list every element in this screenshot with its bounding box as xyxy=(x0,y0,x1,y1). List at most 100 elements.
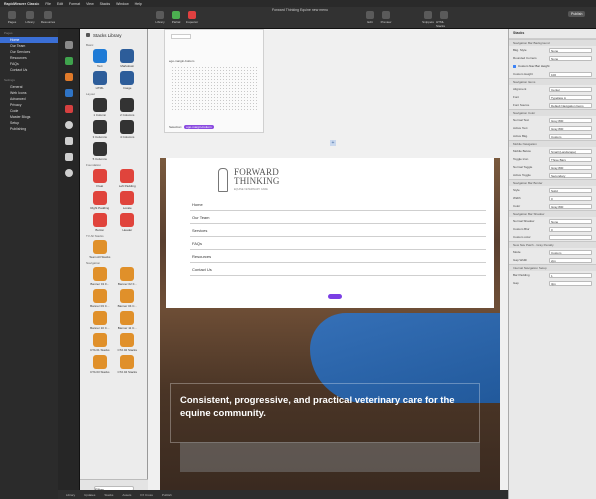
stack-tile-button[interactable]: Button xyxy=(86,213,114,232)
selection-pill[interactable]: ego-margin-bottom xyxy=(184,125,214,129)
nav-item-services[interactable]: Services xyxy=(190,224,486,237)
stack-library-button[interactable]: Library xyxy=(152,11,168,24)
row-select[interactable]: Center xyxy=(549,86,592,92)
stack-tile-1-column[interactable]: 1 Column xyxy=(86,98,114,117)
sidebar-item-contact-us[interactable]: Contact Us xyxy=(0,67,58,73)
empty-stack-dropzone[interactable] xyxy=(171,66,257,110)
stack-tile-header[interactable]: Header xyxy=(114,213,142,232)
row-select[interactable]: None xyxy=(549,218,592,224)
stack-tile-banner-03[interactable]: Banner 03 C... xyxy=(86,289,114,308)
row-select[interactable]: Three Bars xyxy=(549,156,592,162)
stack-tile-markdown[interactable]: Markdown xyxy=(114,49,142,68)
stack-tile-cta-03[interactable]: CTA 03 Stacks xyxy=(86,355,114,374)
checkbox-icon[interactable] xyxy=(513,64,516,68)
pages-button[interactable]: Pages xyxy=(4,11,20,24)
inspector-section[interactable]: Mobile Navigation xyxy=(509,140,596,147)
stack-tile-banner-01[interactable]: Banner 01 F... xyxy=(86,267,114,286)
empty-content-block[interactable] xyxy=(180,442,480,472)
nav-item-contact-us[interactable]: Contact Us xyxy=(190,263,486,276)
row-select[interactable]: Small (Landscape) xyxy=(549,148,592,154)
menu-format[interactable]: Format xyxy=(69,2,80,6)
nav-item-resources[interactable]: Resources xyxy=(190,250,486,263)
hammer-icon[interactable] xyxy=(65,153,73,161)
preview-button[interactable]: Preview xyxy=(378,11,394,24)
stack-tile-cta-01[interactable]: CTA 01 Stacks xyxy=(86,333,114,352)
heart-icon[interactable] xyxy=(65,121,73,129)
stack-tile-left-padding[interactable]: Left Padding xyxy=(114,169,142,188)
row-input[interactable]: 3px xyxy=(549,280,592,286)
menu-view[interactable]: View xyxy=(86,2,94,6)
row-select[interactable]: Custom xyxy=(549,249,592,255)
inspector-section[interactable]: Navigation Color xyxy=(509,109,596,116)
nav-item-faqs[interactable]: FAQs xyxy=(190,237,486,250)
stack-tile-banner-10[interactable]: Banner 10 C... xyxy=(86,311,114,330)
inspector-section[interactable]: Internal Navigation Setup xyxy=(509,264,596,271)
row-input[interactable]: 100 xyxy=(549,71,592,77)
stack-tile-cta-02[interactable]: CTA 02 Stacks xyxy=(114,333,142,352)
stack-tile-cta-04[interactable]: CTA 04 Stacks xyxy=(114,355,142,374)
row-select[interactable]: Secondary xyxy=(549,172,592,178)
inspector-section[interactable]: Navigation Bar Border xyxy=(509,179,596,186)
html-stacks-button[interactable]: HTML Stacks xyxy=(436,11,452,28)
row-select[interactable]: None xyxy=(549,55,592,61)
row-select[interactable]: Gray 800 xyxy=(549,164,592,170)
app-menu[interactable]: RapidWeaver Classic xyxy=(4,2,39,6)
stack-field[interactable] xyxy=(171,34,191,39)
menu-window[interactable]: Window xyxy=(116,2,128,6)
stack-tile-text[interactable]: Text xyxy=(86,49,114,68)
bottom-publish[interactable]: Publish xyxy=(162,493,172,497)
edit-button[interactable]: Edit xyxy=(362,11,378,24)
stack-tile-3-columns[interactable]: 3 Columns xyxy=(86,120,114,139)
row-select[interactable]: Typeface A xyxy=(549,94,592,100)
row-input[interactable]: 0 xyxy=(549,195,592,201)
row-color[interactable] xyxy=(549,234,592,240)
bottom-fx-cross[interactable]: FX Cross xyxy=(140,493,153,497)
row-select[interactable]: Custom xyxy=(549,133,592,139)
inspector-section[interactable]: Navigation Bar Shadow xyxy=(509,210,596,217)
nav-item-our-team[interactable]: Our Team xyxy=(190,211,486,224)
row-input[interactable]: 2px xyxy=(549,257,592,263)
bottom-updates[interactable]: Updates xyxy=(84,493,95,497)
hero-section[interactable]: FORWARD THINKING EQUINE VETERINARY CARE … xyxy=(160,158,500,490)
stack-tile-html[interactable]: HTML xyxy=(86,71,114,90)
add-stack-button[interactable]: + xyxy=(330,140,336,146)
sidebar-item-publishing[interactable]: Publishing xyxy=(0,126,58,132)
top-stack-container[interactable]: ego-margin-bottom Selection: ego-margin-b… xyxy=(164,29,264,133)
hero-tagline[interactable]: Consistent, progressive, and practical v… xyxy=(180,394,470,420)
add-item-button[interactable] xyxy=(328,294,342,299)
partial-button[interactable]: Partial xyxy=(168,11,184,24)
stack-tile-right-padding[interactable]: Right Padding xyxy=(86,191,114,210)
menu-edit[interactable]: Edit xyxy=(57,2,63,6)
bottom-library[interactable]: Library xyxy=(66,493,75,497)
library-button[interactable]: Library xyxy=(22,11,38,24)
snippets-button[interactable]: Snippets xyxy=(420,11,436,24)
stack-tile-5-columns[interactable]: 5 Columns xyxy=(86,142,114,161)
inspector-button[interactable]: Inspector xyxy=(184,11,200,24)
stack-tile-locale[interactable]: Locale xyxy=(114,191,142,210)
inspector-section[interactable]: Navigation Items xyxy=(509,78,596,85)
inspector-section[interactable]: Navigation Bar Background xyxy=(509,39,596,46)
stack-tile-image[interactable]: Image xyxy=(114,71,142,90)
bottom-assets[interactable]: Assets xyxy=(122,493,131,497)
stack-tile-2-columns[interactable]: 2 Columns xyxy=(114,98,142,117)
row-select[interactable]: None xyxy=(549,47,592,53)
category-red-icon[interactable] xyxy=(65,105,73,113)
stack-tile-float[interactable]: Float xyxy=(86,169,114,188)
row-input[interactable]: 0 xyxy=(549,226,592,232)
inspector-section[interactable]: New Nav Patch - Gray Penalty xyxy=(509,241,596,248)
publish-button[interactable]: Publish xyxy=(568,11,586,17)
bottom-stacks[interactable]: Stacks xyxy=(104,493,113,497)
row-select[interactable]: Gray 800 xyxy=(549,125,592,131)
stack-tile-team-all-stacks[interactable]: Team All Stacks xyxy=(86,240,114,259)
category-blue-icon[interactable] xyxy=(65,89,73,97)
site-header[interactable]: FORWARD THINKING EQUINE VETERINARY CARE … xyxy=(166,158,494,308)
row-select[interactable]: Default Navigation Items xyxy=(549,102,592,108)
category-green-icon[interactable] xyxy=(65,57,73,65)
stack-tile-banner-11[interactable]: Banner 11 C... xyxy=(114,311,142,330)
menu-stacks[interactable]: Stacks xyxy=(100,2,111,6)
row-select[interactable]: Solid xyxy=(549,187,592,193)
bookmark-icon[interactable] xyxy=(65,137,73,145)
globe-icon[interactable] xyxy=(65,169,73,177)
nav-item-home[interactable]: Home xyxy=(190,198,486,211)
all-stacks-icon[interactable] xyxy=(65,41,73,49)
